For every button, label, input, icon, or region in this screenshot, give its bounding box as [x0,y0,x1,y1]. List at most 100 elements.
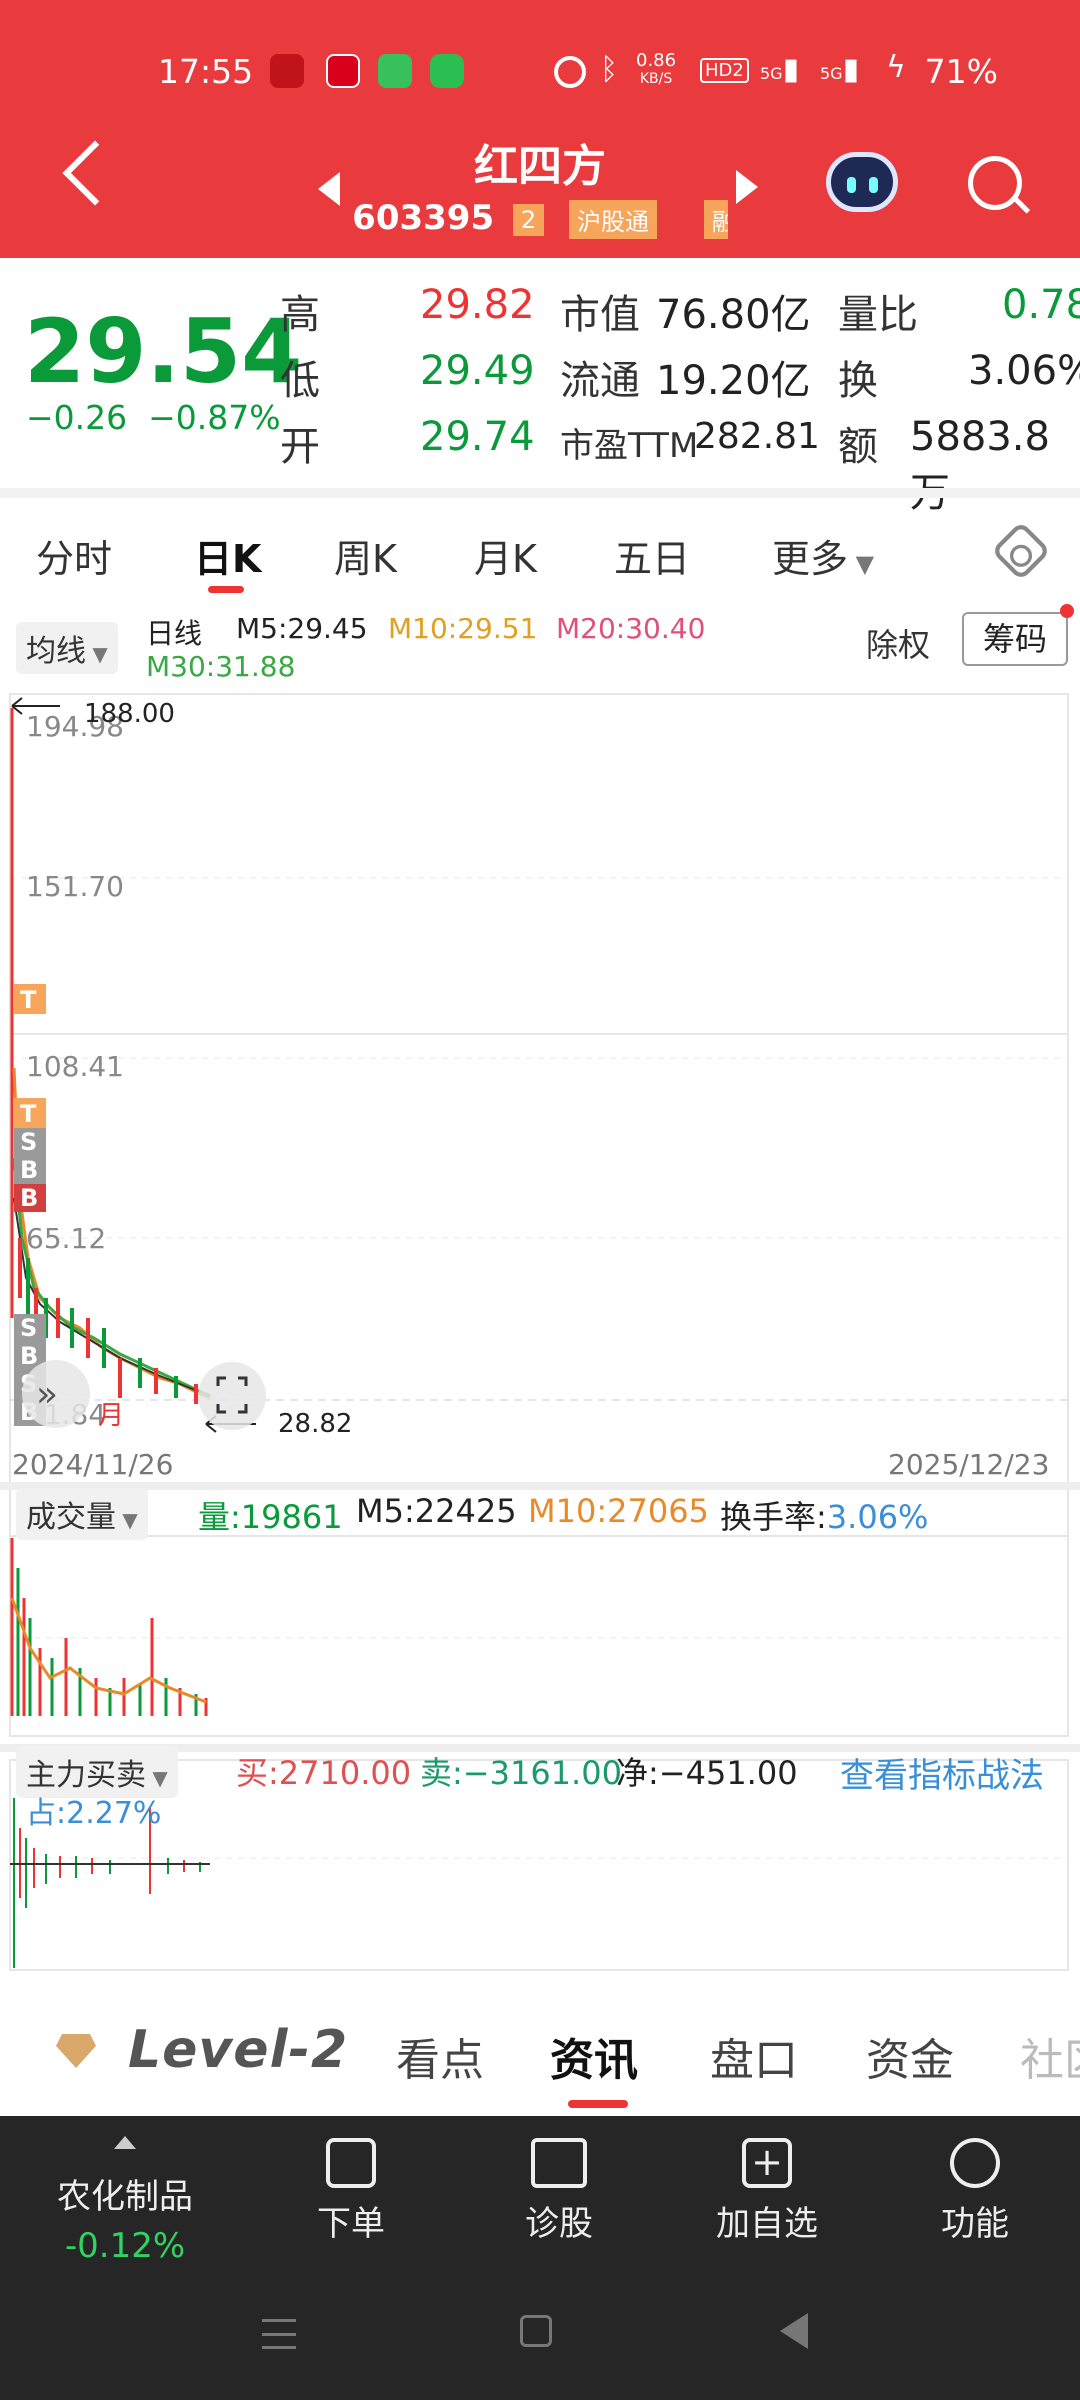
app-header: 17:55 ᛒ 0.86 KB/S HD2 5G▮ 5G▮ ϟ 71% 红四方 … [0,0,1080,258]
y-tick: 108.41 [26,1050,124,1083]
tab-monthly-k[interactable]: 月K [474,528,537,583]
menu-circle-icon [950,2138,1000,2188]
svg-text:S: S [20,1128,37,1156]
add-watchlist-button[interactable]: + 加自选 [692,2138,842,2245]
sector-name: 农化制品 [57,2177,193,2217]
svg-text:B: B [20,1342,38,1370]
turnover-label: 换 [838,358,878,404]
open-label: 开 [280,424,320,470]
badge-hgt: 沪股通 [569,200,658,239]
turnover-value: 3.06% [968,348,1080,394]
last-price: 29.54 [24,300,303,403]
min-price-label: 28.82 [278,1409,352,1439]
stock-name: 红四方 [474,141,606,192]
hd-badge: HD2 [700,58,749,83]
low-value: 29.49 [420,348,535,394]
back-nav-icon[interactable] [780,2313,808,2349]
info-tabs: Level-2 看点 资讯 盘口 资金 社区 [0,1990,1080,2115]
order-label: 下单 [317,2204,385,2244]
low-label: 低 [280,358,320,404]
ai-assistant-icon[interactable] [826,152,898,212]
volume-m10: M10:27065 [528,1492,709,1530]
active-tab-indicator [208,586,244,593]
main-force-net: 净:−451.00 [616,1754,798,1792]
high-label: 高 [280,292,320,338]
svg-text:T: T [20,986,37,1014]
float-value: 19.20亿 [656,358,811,404]
price-panel-frame [9,693,1069,1035]
tab-highlights[interactable]: 看点 [396,2024,484,2088]
badge-margin: 融 [703,200,728,239]
battery-level: 71% [924,52,998,91]
date-end: 2025/12/23 [888,1448,1049,1481]
level2-tab[interactable]: Level-2 [128,2020,348,2080]
tab-community[interactable]: 社区 [1020,2024,1080,2088]
recent-apps-icon[interactable] [262,2319,296,2349]
settings-icon[interactable] [990,520,1052,582]
function-button[interactable]: 功能 [900,2138,1050,2245]
volratio-label: 量比 [838,292,918,338]
tab-intraday[interactable]: 分时 [36,528,112,583]
sector-info[interactable]: 农化制品 -0.12% [20,2130,230,2266]
high-value: 29.82 [420,282,535,328]
volume-turnover: 换手率:3.06% [720,1498,929,1536]
stock-code: 603395 [352,198,495,238]
app-notification-icon [270,54,304,88]
upload-icon [430,54,464,88]
svg-text:B: B [20,1184,38,1212]
signal-5g-1: 5G▮ [760,52,800,87]
main-force-ratio: 占:2.27% [26,1796,162,1831]
next-stock-arrow-icon[interactable] [736,170,758,204]
double-chevron-icon: » [36,1374,58,1415]
volume-selector-button[interactable]: 成交量 ▼ [16,1488,148,1540]
quote-panel: 29.54 −0.26 −0.87% 高 29.82 低 29.49 开 29.… [0,258,1080,516]
tab-capital[interactable]: 资金 [866,2024,954,2088]
tab-five-day[interactable]: 五日 [614,528,690,583]
home-icon[interactable] [520,2315,552,2347]
tab-weekly-k[interactable]: 周K [334,528,397,583]
tab-news[interactable]: 资讯 [550,2024,638,2088]
expand-up-icon [114,2136,136,2149]
fullscreen-button [198,1362,266,1430]
active-tab-indicator [568,2100,628,2108]
open-value: 29.74 [420,414,535,460]
app-notification-icon [326,54,360,88]
main-force-sell: 卖:−3161.00 [420,1754,622,1792]
diagnose-label: 诊股 [525,2204,593,2244]
mktcap-value: 76.80亿 [656,292,811,338]
message-icon [378,54,412,88]
tab-order-book[interactable]: 盘口 [710,2024,798,2088]
month-marker: 月 [98,1401,124,1431]
diamond-icon [56,2034,96,2068]
system-nav-bar [0,2271,1080,2400]
search-icon[interactable] [968,156,1022,210]
badge-2: 2 [512,203,545,236]
date-start: 2024/11/26 [12,1448,173,1481]
dropdown-arrow-icon: ▼ [116,1508,138,1532]
period-tabs: 分时 日K 周K 月K 五日 更多 ▼ [0,498,1080,598]
svg-text:S: S [20,1314,37,1342]
tab-daily-k[interactable]: 日K [194,528,261,583]
order-button[interactable]: 下单 [276,2138,426,2245]
signal-5g-2: 5G▮ [820,52,860,87]
mktcap-label: 市值 [560,292,640,338]
main-force-buy: 买:2710.00 [236,1754,412,1792]
diagnose-button[interactable]: 诊股 [484,2138,634,2245]
volume-panel-frame [9,1535,1069,1737]
stock-code-row: 603395 2 沪股通 融 [0,198,1080,239]
tab-more[interactable]: 更多 ▼ [772,528,874,583]
charging-icon: ϟ [886,50,906,85]
dropdown-arrow-icon: ▼ [848,550,875,578]
divider [0,488,1080,498]
kline-chart-area: 均线 ▼ 日线 M5:29.45 M10:29.51 M20:30.40 M30… [0,598,1080,1978]
svg-text:B: B [20,1156,38,1184]
add-watchlist-label: 加自选 [716,2204,818,2244]
add-icon: + [742,2138,792,2188]
strategy-link[interactable]: 查看指标战法 [840,1748,1044,1797]
y-tick: 151.70 [26,870,124,903]
price-change: −0.26 −0.87% [26,398,281,437]
status-time: 17:55 [158,52,254,91]
document-icon [326,2138,376,2188]
pe-value: 282.81 [694,416,820,457]
max-price-label: 188.00 [84,699,175,729]
